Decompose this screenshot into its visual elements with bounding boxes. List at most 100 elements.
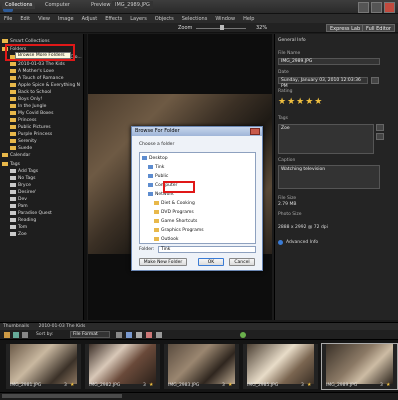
folder-icon [154,200,159,205]
tab-computer[interactable]: Computer [42,1,73,9]
scrollbar-thumb[interactable] [2,394,122,398]
menu-item[interactable]: Image [58,16,74,22]
folder-tree-node[interactable]: Public [148,173,168,181]
thumbnail-item[interactable]: IMG_2981.JPG 3 ★ [6,344,81,389]
folder-item[interactable]: Calendar [2,152,30,159]
minimize-icon[interactable] [358,2,369,13]
folder-tree-node[interactable]: Desktop [142,155,168,163]
add-tag-icon[interactable] [376,124,384,131]
menu-item[interactable]: Effects [105,16,122,22]
cancel-button[interactable]: Cancel [229,258,255,266]
folder-item[interactable]: In the Jungle [10,103,46,110]
folder-tree-node[interactable]: Graphics Programs [154,227,204,235]
tags-box[interactable]: Zoe [278,124,374,154]
folder-icon [10,89,16,94]
tool-icon[interactable] [4,332,10,338]
folder-item[interactable]: Boys Only! [10,96,42,103]
folder-item[interactable]: Back to School [10,89,51,96]
star-icon: ★ [386,382,391,388]
menu-item[interactable]: Selections [182,16,208,22]
tag-item[interactable]: Zoe [281,126,290,131]
file-name-field: IMG_2989.JPG [112,1,153,9]
full-editor-button[interactable]: Full Editor [362,24,395,32]
folder-item[interactable]: Princess [10,117,37,124]
folder-icon [154,227,159,232]
folder-item[interactable]: Serenity [10,138,37,145]
folder-icon [10,103,16,108]
tag-item[interactable]: No Tags [10,175,36,182]
tool-icon[interactable] [22,332,28,338]
folder-item[interactable]: A Touch of Romance [10,75,64,82]
print-icon[interactable] [126,332,132,338]
close-icon[interactable] [384,2,395,13]
folder-tree-node[interactable]: Game Shortcuts [154,218,197,226]
folder-tree[interactable]: Desktop Tink Public Computer Network Diet & C… [139,152,256,244]
caption-label: Caption [278,158,296,163]
express-lab-button[interactable]: Express Lab [326,24,365,32]
make-new-folder-button[interactable]: Make New Folder [139,258,187,266]
folder-tree-node[interactable]: DVD Programs [154,209,194,217]
sort-order-icon[interactable] [116,332,122,338]
star-icon: ★ [149,382,154,388]
menu-item[interactable]: Help [243,16,254,22]
thumbnail-item[interactable]: IMG_2983.JPG 3 ★ [164,344,239,389]
folder-tree-node[interactable]: Diet & Cooking [154,200,195,208]
advanced-info-icon[interactable] [278,240,283,245]
menu-item[interactable]: View [38,16,50,22]
item-label: 2010-01-03 The Kids [18,62,65,67]
folder-item[interactable]: Purple Princess [10,131,52,138]
thumbnails-folder: 2010-01-03 The Kids [38,324,86,329]
email-icon[interactable] [136,332,142,338]
menu-item[interactable]: Edit [20,16,30,22]
thumbnail-item[interactable]: IMG_2985.JPG 3 ★ [243,344,318,389]
tab-preview[interactable]: Preview [88,1,113,9]
folder-item[interactable]: Apple Spice & Everything N [10,82,80,89]
folder-tree-node[interactable]: Outlook [154,236,179,243]
advanced-info-link[interactable]: Advanced Info [286,240,318,245]
rotate-icon[interactable] [156,332,162,338]
dialog-close-icon[interactable] [250,128,260,135]
tag-item[interactable]: Paradise Quest [10,210,52,217]
info-header: General Info [278,38,306,43]
folder-item[interactable]: Public Pictures [10,124,51,131]
menu-item[interactable]: Layers [130,16,147,22]
tool-icon[interactable] [13,332,19,338]
folder-item[interactable]: Tags [2,161,20,168]
menu-item[interactable]: Objects [155,16,174,22]
panel-splitter[interactable] [84,34,87,320]
folder-tree-node[interactable]: Tink [148,164,164,172]
date-input[interactable]: Sunday, January 03, 2010 12:03:36 PM [278,77,368,89]
caption-input[interactable]: Watching television [278,165,380,189]
tag-item[interactable]: Reading [10,217,36,224]
zoom-slider-knob[interactable] [220,25,224,30]
folder-item[interactable]: My Covid Boxes [10,110,53,117]
dialog-title: Browse For Folder [132,127,262,136]
zoom-label: Zoom [178,25,193,31]
remove-tag-icon[interactable] [376,133,384,140]
tag-item[interactable]: Zoe [10,231,27,238]
share-icon[interactable] [146,332,152,338]
menu-item[interactable]: Window [215,16,235,22]
folder-item[interactable]: A Mother's Love [10,68,54,75]
thumbnail-item[interactable]: IMG_2989.JPG 3 ★ [321,343,398,390]
tab-collections[interactable]: Collections [2,1,36,9]
menu-item[interactable]: Adjust [82,16,98,22]
thumbnail-item[interactable]: IMG_2982.JPG 3 ★ [85,344,160,389]
rating-stars[interactable]: ★★★★★ [278,97,323,107]
calendar-icon[interactable] [371,77,379,84]
tag-item[interactable]: Bryce [10,182,31,189]
file-name-input[interactable]: IMG_2989.JPG [278,58,380,65]
sort-select[interactable]: File Format [70,331,110,338]
maximize-icon[interactable] [371,2,382,13]
tag-item[interactable]: Add Tags [10,168,38,175]
tag-item[interactable]: Pam [10,203,28,210]
tag-item[interactable]: Desiree' [10,189,36,196]
folder-input[interactable]: Tink [158,246,256,253]
folder-item[interactable]: Suede [10,145,32,152]
refresh-icon[interactable] [240,332,246,338]
tag-item[interactable]: Tom [10,224,27,231]
tag-item[interactable]: Dev [10,196,27,203]
menu-item[interactable]: File [4,16,12,22]
folder-item[interactable]: 2010-01-03 The Kids [10,61,65,68]
ok-button[interactable]: OK [198,258,224,266]
